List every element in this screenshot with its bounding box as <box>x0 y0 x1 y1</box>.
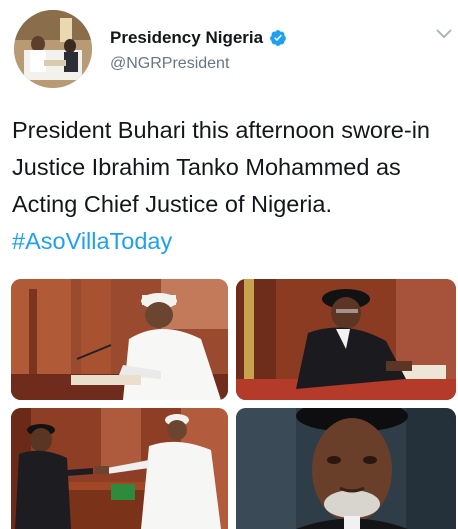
photo-handshake[interactable] <box>11 408 228 529</box>
verified-badge-icon <box>269 29 287 47</box>
photo-justice-signing[interactable] <box>236 279 456 400</box>
tweet-body: President Buhari this afternoon swore-in… <box>12 117 430 217</box>
avatar-image <box>14 10 92 88</box>
display-name[interactable]: Presidency Nigeria <box>110 28 263 48</box>
tweet-card: Presidency Nigeria @NGRPresident Preside… <box>0 0 458 529</box>
account-handle[interactable]: @NGRPresident <box>110 55 229 73</box>
account-name-row[interactable]: Presidency Nigeria <box>110 28 287 48</box>
tweet-text: President Buhari this afternoon swore-in… <box>12 112 452 260</box>
avatar[interactable] <box>14 10 92 88</box>
photo-president-signing[interactable] <box>11 279 228 400</box>
photo-justice-portrait[interactable] <box>236 408 456 529</box>
chevron-down-icon[interactable] <box>436 26 452 39</box>
hashtag-link[interactable]: #AsoVillaToday <box>12 228 172 254</box>
